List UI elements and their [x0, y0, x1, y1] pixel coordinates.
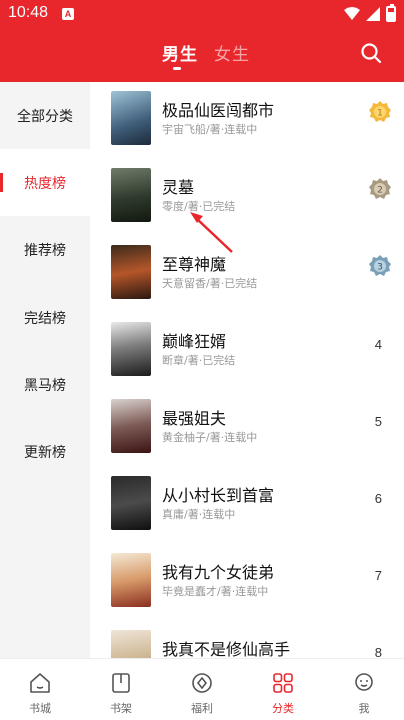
- nav-label: 书架: [110, 702, 132, 715]
- book-row[interactable]: 至尊神魔 天意留香/著·已完结 3: [90, 236, 404, 313]
- book-cover: [111, 399, 151, 453]
- book-title: 灵墓: [162, 178, 195, 197]
- category-sidebar: 全部分类 热度榜 推荐榜 完结榜 黑马榜 更新榜: [0, 82, 90, 658]
- book-row[interactable]: 巅峰狂婿 断章/著·已完结 4: [90, 313, 404, 390]
- book-title: 极品仙医闯都市: [162, 101, 275, 120]
- book-meta: 天意留香/著·已完结: [162, 277, 258, 290]
- gift-icon: [192, 673, 212, 693]
- grid-icon: [273, 673, 293, 693]
- bronze-medal-icon: 3: [369, 255, 391, 276]
- book-row[interactable]: 从小村长到首富 真庸/著·连载中 6: [90, 467, 404, 544]
- book-row[interactable]: 极品仙医闯都市 宇宙飞船/著·连载中 1: [90, 82, 404, 159]
- book-row[interactable]: 我有九个女徒弟 毕竟是蠢才/著·连载中 7: [90, 544, 404, 621]
- gold-medal-icon: 1: [369, 101, 391, 122]
- book-title: 我真不是修仙高手: [162, 640, 291, 658]
- search-icon[interactable]: [360, 42, 382, 64]
- battery-icon: [386, 4, 396, 22]
- book-title: 至尊神魔: [162, 255, 227, 274]
- book-cover: [111, 630, 151, 658]
- book-meta: 断章/著·已完结: [162, 354, 236, 367]
- top-bar: 10:48 A 男生 女生: [0, 0, 404, 82]
- status-icons: [344, 4, 396, 22]
- medal-rank: 1: [377, 109, 383, 119]
- nav-bookstore[interactable]: 书城: [10, 665, 70, 717]
- book-meta: 黄金柚子/著·连载中: [162, 431, 258, 444]
- sidebar-item-label: 黑马榜: [24, 377, 66, 394]
- book-cover: [111, 245, 151, 299]
- nav-bookshelf[interactable]: 书架: [91, 665, 151, 717]
- book-row[interactable]: 我真不是修仙高手 8: [90, 621, 404, 658]
- rank-number: 7: [374, 568, 382, 583]
- rank-number: 4: [374, 337, 382, 352]
- sidebar-item-label: 更新榜: [24, 444, 66, 461]
- book-cover: [111, 322, 151, 376]
- book-ranking-list: 极品仙医闯都市 宇宙飞船/著·连载中 1 灵墓 零度/著·已完结 2 至尊神魔 …: [90, 82, 404, 658]
- rank-number: 5: [374, 414, 382, 429]
- silver-medal-icon: 2: [369, 178, 391, 199]
- sidebar-item-label: 热度榜: [24, 175, 66, 192]
- bottom-nav: 书城 书架 福利 分类 我: [0, 658, 404, 720]
- nav-me[interactable]: 我: [334, 665, 394, 717]
- sidebar-item-updated[interactable]: 更新榜: [0, 418, 90, 485]
- sidebar-item-darkhorse[interactable]: 黑马榜: [0, 351, 90, 418]
- sidebar-item-label: 推荐榜: [24, 242, 66, 259]
- tab-indicator: [173, 67, 181, 70]
- wifi-icon: [344, 7, 360, 20]
- user-icon: [355, 673, 373, 691]
- medal-rank: 2: [377, 186, 383, 196]
- gender-tabs: 男生 女生: [0, 40, 404, 76]
- book-meta: 宇宙飞船/著·连载中: [162, 123, 258, 136]
- status-time: 10:48: [8, 4, 49, 21]
- book-title: 我有九个女徒弟: [162, 563, 275, 582]
- book-title: 巅峰狂婿: [162, 332, 227, 351]
- nav-label: 福利: [191, 702, 213, 715]
- book-cover: [111, 553, 151, 607]
- rank-number: 6: [374, 491, 382, 506]
- book-meta: 真庸/著·连载中: [162, 508, 236, 521]
- sidebar-item-recommend[interactable]: 推荐榜: [0, 216, 90, 283]
- sidebar-item-all[interactable]: 全部分类: [0, 82, 90, 149]
- book-row[interactable]: 最强姐夫 黄金柚子/著·连载中 5: [90, 390, 404, 467]
- nav-category[interactable]: 分类: [253, 665, 313, 717]
- sidebar-item-label: 完结榜: [24, 310, 66, 327]
- book-cover: [111, 168, 151, 222]
- book-icon: [112, 673, 130, 693]
- nav-welfare[interactable]: 福利: [172, 665, 232, 717]
- book-cover: [111, 476, 151, 530]
- medal-rank: 3: [377, 263, 383, 273]
- sidebar-item-finished[interactable]: 完结榜: [0, 284, 90, 351]
- book-title: 最强姐夫: [162, 409, 227, 428]
- book-title: 从小村长到首富: [162, 486, 275, 505]
- sidebar-item-hot[interactable]: 热度榜: [0, 149, 90, 216]
- nav-label: 我: [358, 702, 370, 715]
- status-bar: 10:48 A: [0, 0, 404, 28]
- tab-female[interactable]: 女生: [214, 40, 250, 65]
- sidebar-item-label: 全部分类: [17, 108, 73, 125]
- home-icon: [30, 673, 50, 693]
- book-meta: 毕竟是蠢才/著·连载中: [162, 585, 269, 598]
- rank-number: 8: [374, 645, 382, 658]
- notification-icon: A: [62, 8, 74, 20]
- book-cover: [111, 91, 151, 145]
- tab-male[interactable]: 男生: [162, 40, 198, 65]
- book-meta: 零度/著·已完结: [162, 200, 236, 213]
- nav-label: 分类: [272, 702, 294, 715]
- nav-label: 书城: [29, 702, 51, 715]
- signal-icon: [366, 7, 380, 21]
- book-row[interactable]: 灵墓 零度/著·已完结 2: [90, 159, 404, 236]
